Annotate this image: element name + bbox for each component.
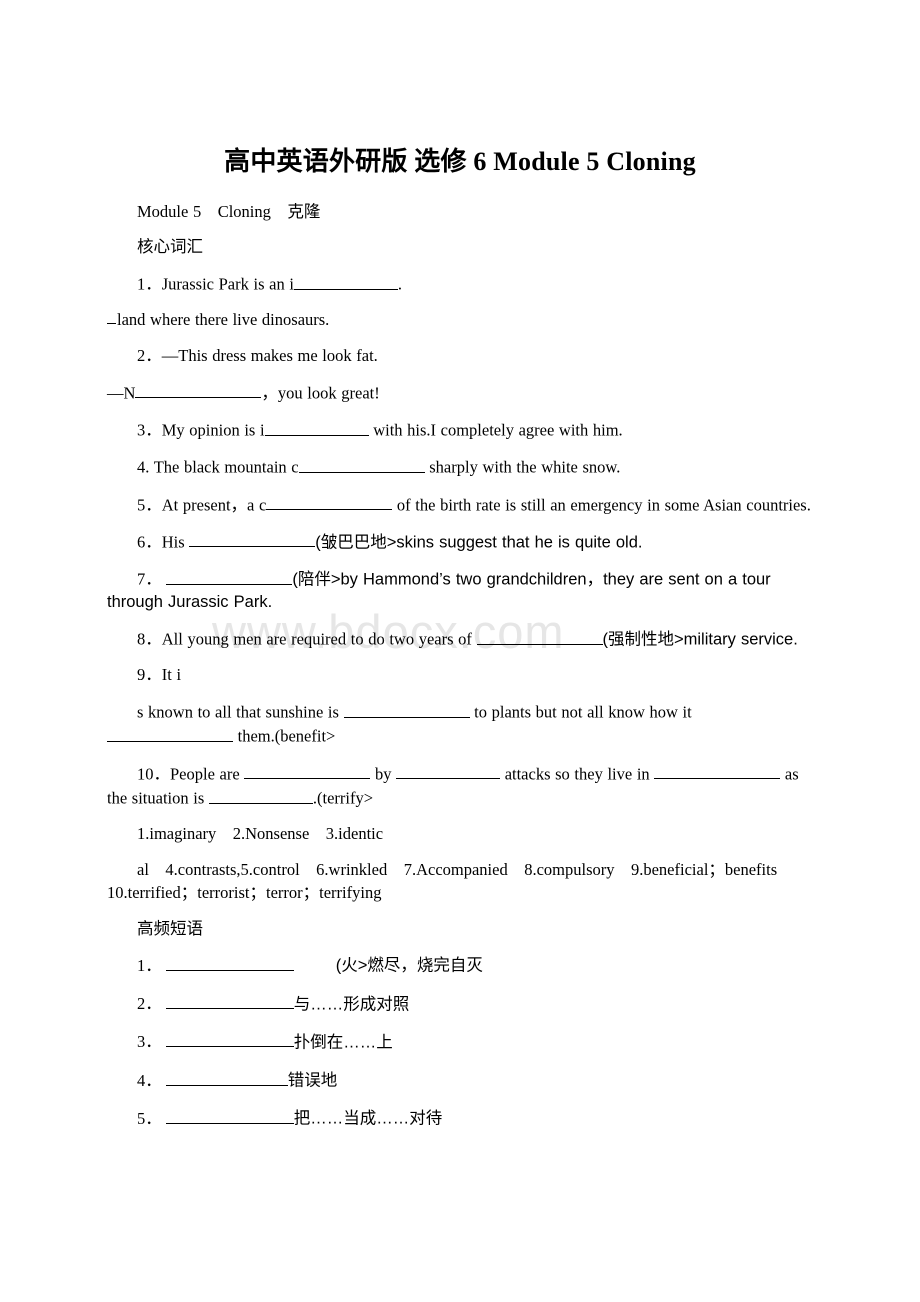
answer-blank[interactable]	[165, 1030, 294, 1048]
question-3-prefix: 3．My opinion is i	[137, 420, 265, 440]
phrase-4-number: 4．	[137, 1070, 162, 1090]
question-10-middle-2: attacks so they live in	[504, 764, 650, 784]
question-10: 10．People are by attacks so they live in…	[107, 762, 813, 811]
question-8: 8．All young men are required to do two y…	[107, 627, 813, 651]
phrase-3-number: 3．	[137, 1032, 162, 1052]
question-6-suffix: (皱巴巴地>skins suggest that he is quite old…	[315, 533, 643, 552]
question-2-reply-suffix: ，you look great!	[261, 383, 380, 403]
question-8-suffix: (强制性地>military service.	[602, 630, 798, 649]
list-item: 4． 错误地	[107, 1068, 813, 1092]
answer-blank[interactable]	[189, 530, 316, 548]
question-1-line-1: 1．Jurassic Park is an i.	[107, 272, 813, 296]
question-4: 4. The black mountain c sharply with the…	[107, 455, 813, 479]
answer-blank[interactable]	[654, 762, 781, 780]
question-1-period: .	[397, 274, 403, 294]
phrase-5-number: 5．	[137, 1108, 162, 1128]
page-title: 高中英语外研版 选修 6 Module 5 Cloning	[224, 147, 696, 176]
question-8-prefix: 8．All young men are required to do two y…	[137, 629, 472, 649]
section-heading-core-vocabulary: 核心词汇	[137, 237, 203, 257]
question-10-suffix: .(terrify>	[312, 788, 374, 808]
phrase-1-number: 1．	[137, 955, 162, 975]
question-7: 7． (陪伴>by Hammond’s two grandchildren，th…	[107, 567, 813, 614]
answer-blank[interactable]	[165, 953, 294, 971]
list-item: 3． 扑倒在……上	[107, 1030, 813, 1054]
question-1-text: 1．Jurassic Park is an i	[137, 274, 294, 294]
phrase-3-meaning: 扑倒在……上	[293, 1033, 393, 1052]
question-9-middle: to plants but not all know how it	[474, 702, 692, 722]
answer-blank[interactable]	[166, 567, 293, 585]
list-item: 2． 与……形成对照	[107, 992, 813, 1016]
stray-underscore	[107, 323, 116, 325]
phrase-2-meaning: 与……形成对照	[293, 995, 410, 1014]
answer-blank[interactable]	[396, 762, 501, 780]
answer-blank[interactable]	[208, 786, 313, 804]
question-9-line-2: s known to all that sunshine is to plant…	[107, 700, 813, 749]
list-item: 5． 把……当成……对待	[107, 1106, 813, 1130]
question-3: 3．My opinion is i with his.I completely …	[107, 418, 813, 442]
question-2-line-2: —N ，you look great!	[107, 381, 813, 405]
question-9-prefix: s known to all that sunshine is	[137, 702, 339, 722]
question-5-suffix: of the birth rate is still an emergency …	[396, 495, 811, 515]
question-6-prefix: 6．His	[137, 532, 185, 552]
answer-blank[interactable]	[298, 455, 425, 473]
question-10-prefix: 10．People are	[137, 764, 240, 784]
answer-blank[interactable]	[293, 272, 398, 290]
answer-blank[interactable]	[264, 418, 369, 436]
question-3-suffix: with his.I completely agree with him.	[373, 420, 623, 440]
question-1-continuation: land where there live dinosaurs.	[117, 310, 330, 330]
question-2-reply-prefix: —N	[107, 383, 136, 403]
list-item: 1． (火>燃尽，烧完自灭	[107, 953, 813, 977]
phrase-1-meaning: (火>燃尽，烧完自灭	[335, 956, 483, 975]
answer-blank[interactable]	[135, 381, 262, 399]
phrase-4-meaning: 错误地	[287, 1071, 338, 1090]
answer-blank[interactable]	[107, 724, 233, 742]
phrase-5-meaning: 把……当成……对待	[293, 1109, 443, 1128]
answer-blank[interactable]	[244, 762, 371, 780]
question-9-line-1: 9．It i	[137, 665, 182, 685]
document-page: www.bdocx.com 高中英语外研版 选修 6 Module 5 Clon…	[0, 0, 920, 1302]
answer-key-line-1: 1.imaginary 2.Nonsense 3.identic	[137, 824, 384, 844]
question-6: 6．His (皱巴巴地>skins suggest that he is qui…	[107, 530, 813, 554]
question-7-prefix: 7．	[137, 569, 162, 589]
answer-blank[interactable]	[165, 1068, 288, 1086]
question-9-suffix: them.(benefit>	[237, 726, 336, 746]
section-heading-phrases: 高频短语	[137, 918, 203, 938]
phrase-list: 1． (火>燃尽，烧完自灭 2． 与……形成对照 3． 扑倒在……上 4． 错误地 5．…	[107, 953, 813, 1130]
answer-blank[interactable]	[476, 627, 603, 645]
document-content: 高中英语外研版 选修 6 Module 5 Cloning Module 5 C…	[107, 0, 813, 1131]
answer-key-line-2: al 4.contrasts,5.control 6.wrinkled 7.Ac…	[107, 860, 794, 902]
module-subtitle: Module 5 Cloning 克隆	[137, 201, 321, 221]
question-5-prefix: 5．At present，a c	[137, 495, 267, 515]
question-2-line-1: 2．—This dress makes me look fat.	[137, 346, 378, 366]
answer-blank[interactable]	[343, 700, 470, 718]
question-4-suffix: sharply with the white snow.	[429, 457, 621, 477]
question-5: 5．At present，a c of the birth rate is st…	[107, 493, 813, 517]
question-1-line-2: land where there live dinosaurs.	[107, 309, 813, 332]
question-4-prefix: 4. The black mountain c	[137, 457, 299, 477]
answer-blank[interactable]	[266, 493, 393, 511]
question-10-middle-1: by	[374, 764, 392, 784]
answer-blank[interactable]	[165, 992, 294, 1010]
answer-blank[interactable]	[165, 1106, 294, 1124]
phrase-2-number: 2．	[137, 994, 162, 1014]
